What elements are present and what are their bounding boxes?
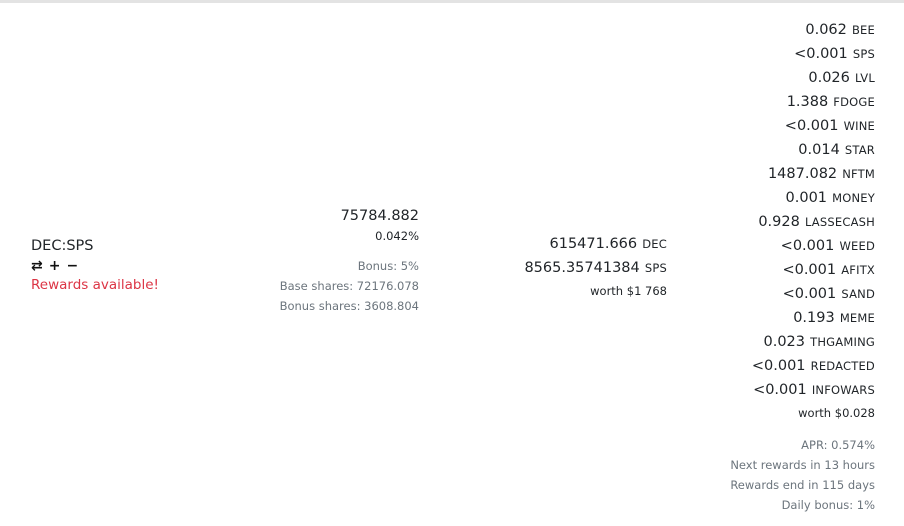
token-amount: <0.001	[751, 358, 806, 374]
next-rewards: Next rewards in 13 hours	[730, 458, 875, 472]
token-amount: 615471.666	[549, 236, 638, 252]
token-symbol: WINE	[843, 119, 875, 133]
token-symbol: NFTM	[842, 167, 875, 181]
token-amount: <0.001	[753, 382, 807, 398]
liquidity-worth: worth $1 768	[590, 284, 667, 298]
token-symbol: AFITX	[841, 263, 875, 277]
token-amount: <0.001	[782, 286, 837, 302]
swap-icon[interactable]: ⇄	[31, 257, 43, 275]
rewards-cell: 0.062 BEE <0.001 SPS 0.026 LVL 1.388 FDO…	[730, 17, 875, 515]
reward-token-row: <0.001 WEED	[730, 233, 875, 257]
token-amount: <0.001	[780, 238, 835, 254]
pair-actions: ⇄ + −	[31, 257, 159, 275]
token-symbol: BEE	[851, 23, 875, 37]
token-symbol: LVL	[854, 71, 875, 85]
token-amount: <0.001	[782, 262, 837, 278]
token-amount: 1.388	[786, 94, 829, 110]
top-divider	[0, 0, 904, 3]
reward-token-row: 0.014 STAR	[730, 137, 875, 161]
token-amount: 0.928	[758, 214, 800, 230]
share-percent: 0.042%	[375, 229, 419, 243]
liquidity-token-row: 615471.666 DEC	[524, 231, 667, 255]
token-symbol: WEED	[839, 239, 875, 253]
rewards-available-link[interactable]: Rewards available!	[31, 275, 159, 295]
token-symbol: LASSECASH	[804, 215, 875, 229]
token-amount: 0.023	[763, 334, 806, 350]
reward-token-row: <0.001 INFOWARS	[730, 377, 875, 401]
bonus-shares: Bonus shares: 3608.804	[279, 299, 419, 313]
reward-token-row: 0.001 MONEY	[730, 185, 875, 209]
token-amount: 0.026	[808, 70, 850, 86]
apr: APR: 0.574%	[801, 438, 875, 452]
token-symbol: INFOWARS	[811, 383, 875, 397]
reward-token-row: 0.026 LVL	[730, 65, 875, 89]
token-amount: 0.014	[798, 142, 840, 158]
pair-cell: DEC:SPS ⇄ + − Rewards available!	[31, 236, 159, 295]
token-symbol: DEC	[642, 237, 667, 251]
token-symbol: SPS	[852, 47, 875, 61]
token-symbol: FDOGE	[833, 95, 875, 109]
base-shares: Base shares: 72176.078	[279, 279, 419, 293]
reward-token-row: <0.001 REDACTED	[730, 353, 875, 377]
daily-bonus: Daily bonus: 1%	[781, 498, 875, 512]
liquidity-cell: 615471.666 DEC 8565.35741384 SPS worth $…	[524, 231, 667, 303]
remove-liquidity-icon[interactable]: −	[66, 257, 78, 275]
total-shares: 75784.882	[340, 208, 419, 224]
reward-token-row: <0.001 SAND	[730, 281, 875, 305]
reward-token-row: <0.001 AFITX	[730, 257, 875, 281]
token-amount: 8565.35741384	[524, 260, 640, 276]
pair-name: DEC:SPS	[31, 238, 94, 254]
token-amount: 0.001	[785, 190, 828, 206]
rewards-worth: worth $0.028	[798, 406, 875, 420]
token-symbol: THGAMING	[810, 335, 875, 349]
token-amount: <0.001	[794, 46, 848, 62]
token-symbol: SPS	[644, 261, 667, 275]
token-amount: 0.193	[793, 310, 835, 326]
reward-token-row: <0.001 WINE	[730, 113, 875, 137]
reward-token-row: 0.062 BEE	[730, 17, 875, 41]
shares-cell: 75784.882 0.042% Bonus: 5% Base shares: …	[280, 206, 419, 316]
token-symbol: STAR	[844, 143, 875, 157]
reward-token-row: 1.388 FDOGE	[730, 89, 875, 113]
token-symbol: REDACTED	[810, 359, 875, 373]
token-amount: <0.001	[784, 118, 839, 134]
add-liquidity-icon[interactable]: +	[49, 257, 61, 275]
token-symbol: SAND	[841, 287, 875, 301]
reward-token-row: 1487.082 NFTM	[730, 161, 875, 185]
token-amount: 0.062	[805, 22, 847, 38]
token-symbol: MONEY	[832, 191, 875, 205]
liquidity-token-row: 8565.35741384 SPS	[524, 255, 667, 279]
reward-token-row: 0.193 MEME	[730, 305, 875, 329]
token-symbol: MEME	[839, 311, 875, 325]
reward-token-row: 0.928 LASSECASH	[730, 209, 875, 233]
rewards-end: Rewards end in 115 days	[730, 478, 875, 492]
bonus-percent: Bonus: 5%	[357, 259, 419, 273]
reward-token-row: <0.001 SPS	[730, 41, 875, 65]
reward-token-row: 0.023 THGAMING	[730, 329, 875, 353]
token-amount: 1487.082	[767, 166, 838, 182]
